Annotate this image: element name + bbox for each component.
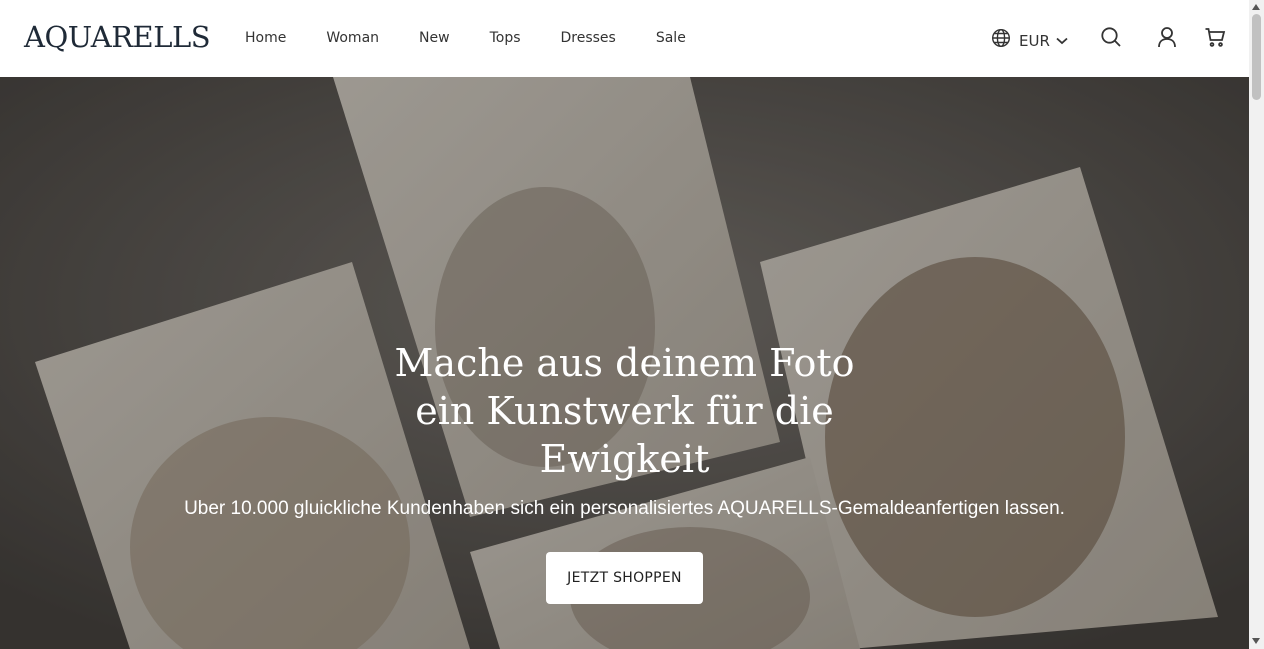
hero-title-line: Ewigkeit [539,437,710,481]
scroll-down-arrow[interactable] [1252,638,1260,644]
main-nav: Home Woman New Tops Dresses Sale [245,30,726,46]
cart-icon [1204,26,1226,53]
search-icon [1100,26,1122,53]
chevron-down-icon [1056,32,1068,50]
hero-title: Mache aus deinem Foto ein Kunstwerk für … [394,339,855,483]
user-icon [1156,26,1178,53]
page-scrollbar[interactable] [1249,0,1264,649]
globe-icon [991,28,1011,53]
hero-title-line: ein Kunstwerk für die [415,389,834,433]
hero-subtitle: Uber 10.000 gluickliche Kundenhaben sich… [184,498,1065,519]
scroll-up-arrow[interactable] [1252,4,1260,10]
account-button[interactable] [1155,26,1179,53]
nav-woman[interactable]: Woman [326,30,379,46]
hero-title-line: Mache aus deinem Foto [394,341,855,385]
currency-label: EUR [1019,31,1050,50]
nav-sale[interactable]: Sale [656,30,686,46]
site-header: AQUARELLS Home Woman New Tops Dresses Sa… [0,0,1249,77]
cart-button[interactable] [1203,27,1227,51]
search-button[interactable] [1099,26,1123,53]
nav-new[interactable]: New [419,30,450,46]
nav-tops[interactable]: Tops [490,30,521,46]
site-logo[interactable]: AQUARELLS [24,20,211,54]
scrollbar-thumb[interactable] [1252,14,1261,100]
shop-now-button[interactable]: JETZT SHOPPEN [546,552,703,604]
nav-dresses[interactable]: Dresses [561,30,616,46]
currency-selector[interactable]: EUR [991,28,1068,53]
nav-home[interactable]: Home [245,30,286,46]
hero-banner: Mache aus deinem Foto ein Kunstwerk für … [0,77,1249,649]
